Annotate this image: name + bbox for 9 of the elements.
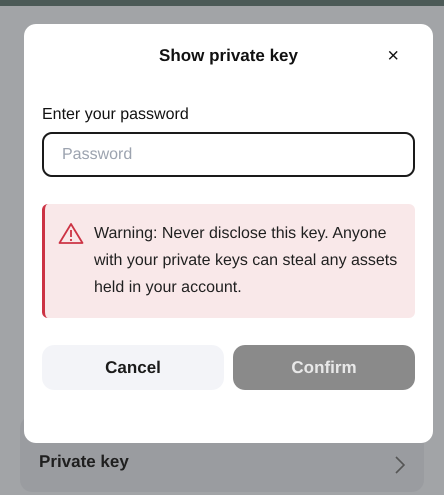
close-button[interactable]: × [387,46,399,66]
row-label: Private key [39,450,129,472]
password-field[interactable]: Password [42,132,415,177]
chevron-right-icon [395,456,405,474]
cancel-button[interactable]: Cancel [42,345,224,390]
field-label: Enter your password [42,105,190,125]
dialog-title: Show private key [159,45,298,68]
warning-text: Warning: Never disclose this key. Anyone with your private keys can steal any assets held in your account. [94,224,398,298]
warning-icon [58,222,84,244]
